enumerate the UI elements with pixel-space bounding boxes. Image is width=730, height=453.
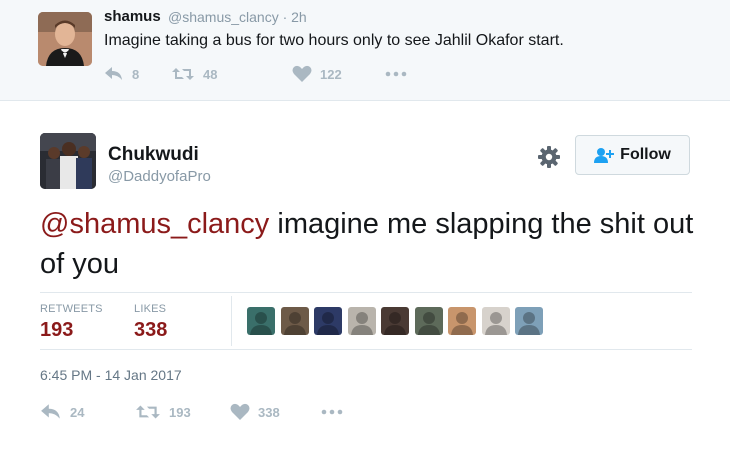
follow-button-label: Follow	[620, 146, 671, 163]
likes-count[interactable]: 338	[134, 319, 167, 342]
parent-avatar[interactable]	[38, 12, 92, 66]
parent-retweet-button[interactable]: 48	[171, 64, 217, 84]
liker-avatar-image	[280, 307, 309, 335]
tweet-timestamp[interactable]: 6:45 PM - 14 Jan 2017	[40, 367, 182, 383]
main-author-name[interactable]: Chukwudi	[108, 144, 199, 166]
retweets-count[interactable]: 193	[40, 319, 73, 342]
liker-avatar[interactable]	[515, 307, 543, 335]
heart-icon	[230, 403, 250, 420]
liker-avatar-image	[414, 307, 443, 335]
parent-tweet-text: Imagine taking a bus for two hours only …	[104, 32, 564, 49]
liker-avatar[interactable]	[414, 307, 443, 335]
liker-avatar-image	[481, 307, 510, 335]
main-like-button[interactable]: 338	[230, 402, 280, 422]
avatar-image	[40, 133, 96, 189]
more-dots-icon	[385, 71, 407, 77]
main-more-button[interactable]	[320, 402, 344, 422]
liker-avatar[interactable]	[381, 307, 409, 335]
gear-icon	[538, 146, 560, 168]
likes-label: LIKES	[134, 303, 167, 315]
retweet-icon	[136, 405, 160, 419]
liker-avatar[interactable]	[448, 307, 476, 335]
stats-vertical-divider	[231, 296, 232, 346]
liker-avatar[interactable]	[247, 307, 275, 335]
settings-gear-button[interactable]	[536, 144, 562, 170]
main-retweet-count: 193	[169, 404, 191, 420]
parent-tweet[interactable]: shamus @shamus_clancy · 2h Imagine takin…	[0, 0, 730, 101]
main-reply-count: 24	[70, 404, 85, 420]
liker-avatar[interactable]	[314, 307, 342, 335]
retweets-label: RETWEETS	[40, 303, 103, 315]
parent-reply-count: 8	[132, 66, 140, 82]
liker-avatar-image	[448, 307, 476, 335]
parent-more-button[interactable]	[384, 64, 408, 84]
mention-link[interactable]: @shamus_clancy	[40, 208, 269, 240]
liker-avatar-image	[247, 307, 275, 335]
parent-author-name[interactable]: shamus	[104, 8, 161, 25]
parent-reply-button[interactable]: 8	[104, 64, 139, 84]
liker-avatar-image	[515, 307, 543, 335]
more-dots-icon	[321, 409, 343, 415]
liker-avatar-image	[314, 307, 342, 335]
liker-avatar[interactable]	[280, 307, 309, 335]
liker-avatar-image	[381, 307, 409, 335]
stats-divider-top	[40, 292, 692, 293]
liker-avatar[interactable]	[347, 307, 376, 335]
parent-author-handle[interactable]: @shamus_clancy · 2h	[168, 9, 307, 25]
liker-avatar[interactable]	[481, 307, 510, 335]
avatar-image	[38, 12, 92, 66]
reply-icon	[105, 67, 122, 80]
reply-icon	[41, 404, 60, 419]
liker-avatar-image	[347, 307, 376, 335]
parent-like-button[interactable]: 122	[292, 64, 342, 84]
main-tweet-text: @shamus_clancy imagine me slapping the s…	[40, 204, 700, 284]
stats-divider-bottom	[40, 349, 692, 350]
main-avatar[interactable]	[40, 133, 96, 189]
follow-button[interactable]: Follow	[575, 135, 690, 175]
parent-like-count: 122	[320, 66, 342, 82]
main-reply-button[interactable]: 24	[40, 402, 84, 422]
main-author-handle[interactable]: @DaddyofaPro	[108, 168, 211, 185]
main-retweet-button[interactable]: 193	[135, 402, 191, 422]
main-like-count: 338	[258, 404, 280, 420]
retweet-icon	[172, 68, 194, 80]
parent-retweet-count: 48	[203, 66, 218, 82]
add-user-icon	[594, 148, 615, 163]
heart-icon	[292, 65, 312, 82]
